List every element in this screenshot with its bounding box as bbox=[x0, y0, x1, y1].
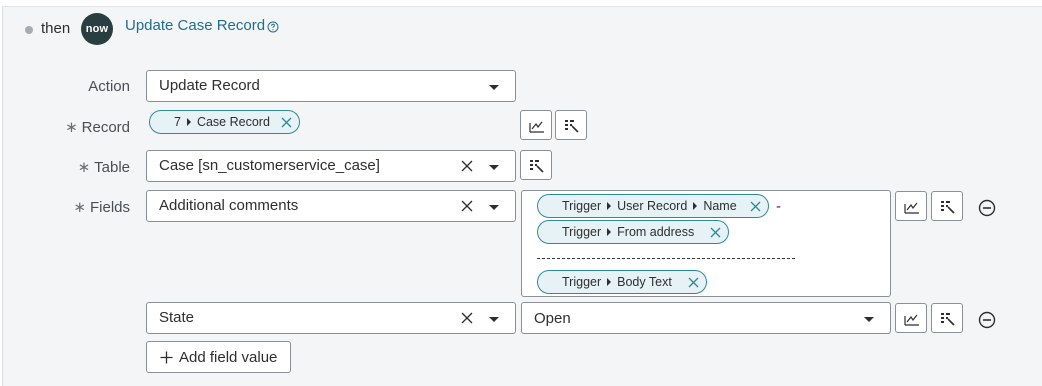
table-select-value: Case [sn_customerservice_case] bbox=[159, 157, 380, 174]
record-data-pill[interactable]: 7 Case Record bbox=[149, 110, 300, 134]
field-value-data-pill[interactable]: Trigger From address bbox=[537, 220, 729, 244]
required-asterisk-icon: ∗ bbox=[77, 159, 91, 176]
field-select[interactable]: State bbox=[146, 302, 516, 334]
fields-label: ∗ Fields bbox=[73, 199, 130, 216]
step-status-dot bbox=[25, 26, 33, 34]
then-label: then bbox=[41, 20, 71, 37]
action-select[interactable]: Update Record bbox=[146, 70, 516, 102]
chevron-down-icon bbox=[864, 317, 874, 322]
pill-segment: Trigger bbox=[562, 275, 602, 289]
field-select-value: Additional comments bbox=[159, 197, 299, 214]
close-icon[interactable] bbox=[750, 201, 761, 212]
script-toggle-button[interactable] bbox=[931, 303, 963, 333]
chevron-down-icon bbox=[489, 165, 499, 170]
data-pill-picker-icon bbox=[529, 121, 544, 133]
add-field-value-button[interactable]: Add field value bbox=[146, 341, 291, 373]
chevron-down-icon bbox=[489, 205, 499, 210]
pill-segment: Trigger bbox=[562, 199, 602, 213]
pill-segment: Trigger bbox=[562, 225, 602, 239]
close-icon[interactable] bbox=[461, 312, 473, 324]
pill-segment: From address bbox=[617, 225, 695, 239]
data-pill-picker-button[interactable] bbox=[895, 191, 927, 221]
pill-segment: Case Record bbox=[196, 115, 270, 129]
field-value-data-pill[interactable]: Trigger Body Text bbox=[537, 270, 707, 294]
pill-segment: 7 bbox=[174, 115, 181, 129]
pill-segment: Body Text bbox=[617, 275, 672, 289]
separator-text: - bbox=[776, 198, 781, 215]
minus-circle-icon[interactable] bbox=[978, 199, 996, 217]
pill-separator-icon bbox=[607, 227, 612, 236]
script-toggle-icon bbox=[941, 313, 955, 326]
chevron-down-icon bbox=[489, 317, 499, 322]
script-toggle-button[interactable] bbox=[520, 150, 552, 180]
script-toggle-icon bbox=[530, 160, 544, 173]
action-title-link[interactable]: Update Case Record bbox=[125, 17, 265, 34]
record-label: ∗ Record bbox=[65, 119, 130, 136]
close-icon[interactable] bbox=[710, 227, 721, 238]
pill-segment: User Record bbox=[617, 199, 688, 213]
table-label: ∗ Table bbox=[77, 159, 130, 176]
state-value-select[interactable]: Open bbox=[521, 302, 891, 334]
plus-icon bbox=[160, 351, 173, 364]
field-select[interactable]: Additional comments bbox=[146, 190, 516, 222]
pill-separator-icon bbox=[607, 277, 612, 286]
close-icon[interactable] bbox=[461, 200, 473, 212]
close-icon[interactable] bbox=[461, 160, 473, 172]
now-logo: now bbox=[81, 13, 113, 45]
add-field-value-label: Add field value bbox=[179, 349, 278, 366]
data-pill-picker-icon bbox=[904, 202, 919, 214]
script-toggle-icon bbox=[565, 120, 579, 133]
pill-segment: Name bbox=[703, 199, 737, 213]
minus-circle-icon[interactable] bbox=[978, 311, 996, 329]
dashed-divider bbox=[537, 258, 795, 259]
close-icon[interactable] bbox=[281, 117, 292, 128]
field-value-data-pill[interactable]: Trigger User Record Name bbox=[537, 194, 769, 218]
data-pill-picker-button[interactable] bbox=[520, 110, 552, 140]
required-asterisk-icon: ∗ bbox=[73, 199, 86, 216]
pill-separator-icon bbox=[693, 201, 698, 210]
script-toggle-button[interactable] bbox=[555, 110, 587, 140]
data-pill-picker-icon bbox=[904, 314, 919, 326]
action-label: Action bbox=[88, 78, 130, 95]
question-circle-icon[interactable] bbox=[267, 21, 279, 33]
pill-separator-icon bbox=[186, 117, 191, 126]
chevron-down-icon bbox=[489, 85, 499, 90]
state-value: Open bbox=[534, 310, 571, 327]
data-pill-picker-button[interactable] bbox=[895, 303, 927, 333]
script-toggle-icon bbox=[941, 201, 955, 214]
script-toggle-button[interactable] bbox=[931, 191, 963, 221]
required-asterisk-icon: ∗ bbox=[65, 119, 78, 136]
action-select-value: Update Record bbox=[159, 77, 260, 94]
field-select-value: State bbox=[159, 309, 195, 326]
pill-separator-icon bbox=[607, 201, 612, 210]
close-icon[interactable] bbox=[688, 277, 699, 288]
table-select[interactable]: Case [sn_customerservice_case] bbox=[146, 150, 516, 182]
